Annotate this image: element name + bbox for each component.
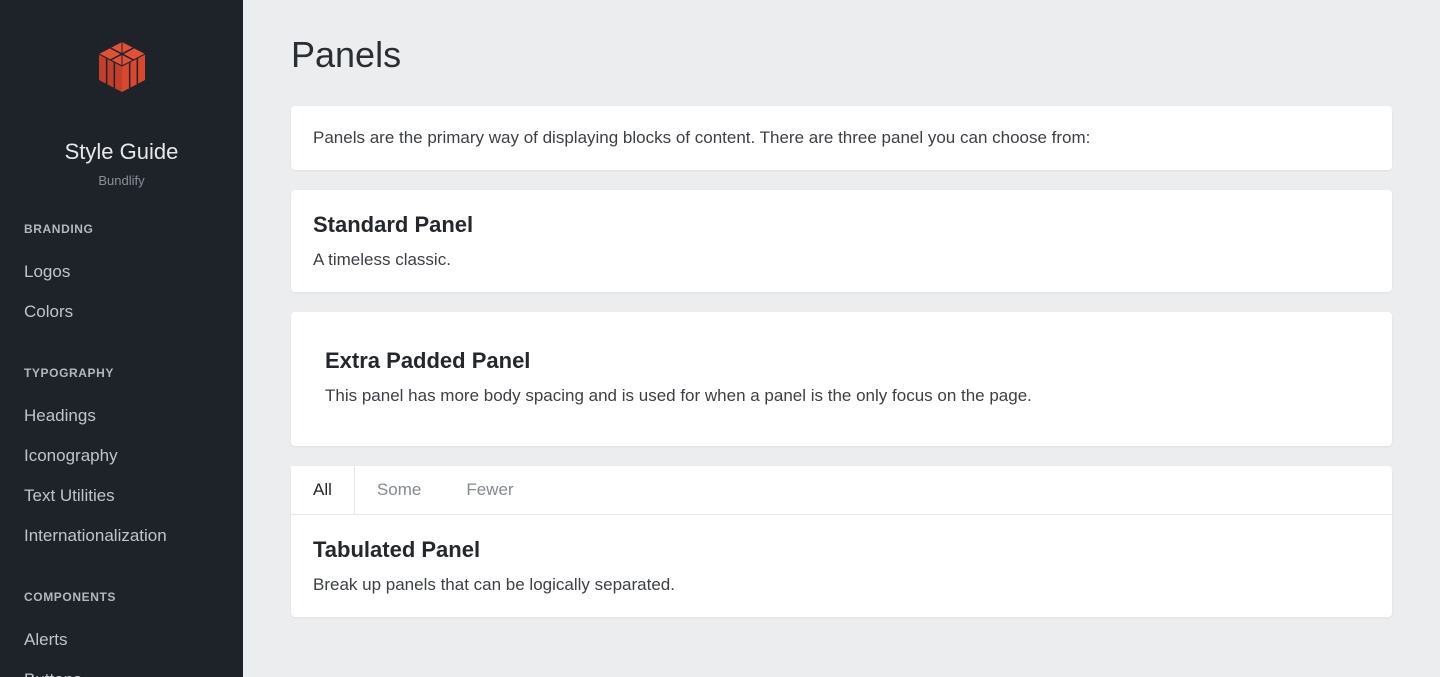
tabulated-panel-heading: Tabulated Panel (313, 537, 1370, 563)
intro-text: Panels are the primary way of displaying… (313, 128, 1370, 148)
sidebar-nav-components: Alerts Buttons (0, 620, 243, 677)
standard-panel-text: A timeless classic. (313, 250, 1370, 270)
sidebar-item-logos[interactable]: Logos (0, 252, 243, 292)
sidebar-item-headings[interactable]: Headings (0, 396, 243, 436)
sidebar-section-header-typography: TYPOGRAPHY (0, 366, 243, 380)
extra-padded-panel: Extra Padded Panel This panel has more b… (291, 312, 1392, 446)
standard-panel-heading: Standard Panel (313, 212, 1370, 238)
cube-logo-icon (95, 40, 149, 101)
sidebar-item-buttons[interactable]: Buttons (0, 660, 243, 677)
sidebar-item-colors[interactable]: Colors (0, 292, 243, 332)
sidebar-item-internationalization[interactable]: Internationalization (0, 516, 243, 556)
intro-panel: Panels are the primary way of displaying… (291, 106, 1392, 170)
main-content: Panels Panels are the primary way of dis… (243, 0, 1440, 677)
sidebar-nav-branding: Logos Colors (0, 252, 243, 332)
tabulated-panel: All Some Fewer Tabulated Panel Break up … (291, 466, 1392, 617)
sidebar-subtitle: Bundlify (0, 173, 243, 188)
sidebar-item-alerts[interactable]: Alerts (0, 620, 243, 660)
standard-panel: Standard Panel A timeless classic. (291, 190, 1392, 292)
tab-bar: All Some Fewer (291, 466, 1392, 515)
logo-wrapper (0, 0, 243, 101)
tab-some[interactable]: Some (355, 466, 444, 514)
sidebar-section-header-branding: BRANDING (0, 222, 243, 236)
sidebar-item-iconography[interactable]: Iconography (0, 436, 243, 476)
sidebar-title: Style Guide (0, 139, 243, 165)
extra-padded-panel-heading: Extra Padded Panel (325, 348, 1358, 374)
tab-fewer[interactable]: Fewer (444, 466, 536, 514)
sidebar-item-text-utilities[interactable]: Text Utilities (0, 476, 243, 516)
page-title: Panels (291, 34, 1392, 76)
sidebar: Style Guide Bundlify BRANDING Logos Colo… (0, 0, 243, 677)
sidebar-nav-typography: Headings Iconography Text Utilities Inte… (0, 396, 243, 556)
extra-padded-panel-text: This panel has more body spacing and is … (325, 386, 1358, 406)
tab-all[interactable]: All (291, 466, 355, 514)
tabulated-panel-text: Break up panels that can be logically se… (313, 575, 1370, 595)
sidebar-section-header-components: COMPONENTS (0, 590, 243, 604)
